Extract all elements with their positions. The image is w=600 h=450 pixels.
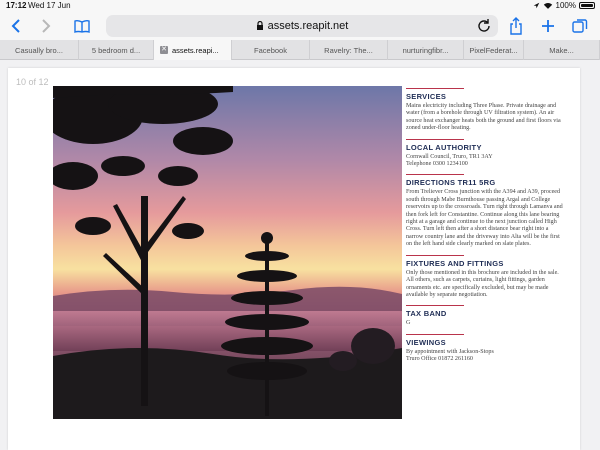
section-title: VIEWINGS (406, 337, 446, 347)
sunset-photo (53, 86, 402, 419)
status-time: 17:12 (6, 1, 27, 10)
section-viewings: VIEWINGS By appointment with Jackson-Sto… (406, 333, 566, 364)
location-icon (533, 2, 539, 9)
tab-label: 5 bedroom d... (91, 45, 141, 55)
section-fixtures: FIXTURES AND FITTINGS Only those mention… (406, 254, 566, 300)
section-title: FIXTURES AND FITTINGS (406, 258, 504, 268)
section-body: By appointment with Jackson-Stops Truro … (406, 348, 494, 363)
tab-assets-reapit[interactable]: ✕ assets.reapi... (154, 40, 232, 60)
bookmarks-button[interactable] (72, 16, 92, 36)
address-bar[interactable]: assets.reapit.net (106, 15, 498, 37)
section-rule (406, 138, 464, 140)
tabs-overview-icon (572, 19, 588, 33)
page-indicator: 10 of 12 (16, 77, 49, 87)
tab-nurturingfibr[interactable]: nurturingfibr... (388, 40, 464, 60)
back-button[interactable] (6, 16, 26, 36)
tab-pixelfederat[interactable]: PixelFederat... (464, 40, 524, 60)
tab-label: nurturingfibr... (402, 45, 449, 55)
bookmarks-icon (74, 19, 90, 33)
tab-close-icon[interactable]: ✕ (160, 46, 168, 54)
tab-label: Make... (549, 45, 574, 55)
browser-toolbar: assets.reapit.net (0, 12, 600, 40)
reload-icon[interactable] (477, 18, 491, 32)
status-date: Wed 17 Jun (28, 1, 71, 10)
tab-5-bedroom[interactable]: 5 bedroom d... (79, 40, 154, 60)
tab-label: Ravelry: The... (324, 45, 373, 55)
tab-make[interactable]: Make... (524, 40, 600, 60)
section-rule (406, 88, 464, 89)
tab-label: Casually bro... (15, 45, 63, 55)
new-tab-button[interactable] (538, 16, 558, 36)
section-directions: DIRECTIONS TR11 5RG From Treliever Cross… (406, 174, 566, 248)
section-body: Cornwall Council, Truro, TR1 3AY Telepho… (406, 153, 493, 168)
new-tab-icon (542, 20, 554, 32)
section-body: From Treliever Cross junction with the A… (406, 189, 563, 248)
forward-button[interactable] (36, 16, 56, 36)
section-body: G (406, 320, 411, 327)
share-button[interactable] (506, 16, 526, 36)
section-title: LOCAL AUTHORITY (406, 142, 482, 152)
battery-icon (579, 2, 595, 9)
section-title: SERVICES (406, 92, 447, 101)
section-rule (406, 305, 464, 307)
back-icon (11, 19, 20, 33)
section-rule (406, 174, 464, 176)
section-title: TAX BAND (406, 309, 447, 319)
tab-ravelry[interactable]: Ravelry: The... (310, 40, 388, 60)
info-column: SERVICES Mains electricity including Thr… (406, 88, 566, 370)
section-rule (406, 333, 464, 335)
tab-bar: Casually bro... 5 bedroom d... ✕ assets.… (0, 40, 600, 60)
section-body: Only those mentioned in this brochure ar… (406, 269, 559, 298)
wifi-icon (543, 2, 552, 9)
section-tax-band: TAX BAND G (406, 305, 566, 327)
section-title: DIRECTIONS TR11 5RG (406, 178, 496, 188)
section-rule (406, 254, 464, 256)
tab-label: PixelFederat... (469, 45, 518, 55)
status-bar: 17:12 Wed 17 Jun 100% (0, 0, 600, 12)
tab-label: assets.reapi... (172, 45, 219, 55)
url-text: assets.reapit.net (267, 20, 349, 32)
forward-icon (42, 19, 51, 33)
lock-icon (256, 21, 263, 30)
status-right: 100% (533, 1, 595, 10)
tab-facebook[interactable]: Facebook (232, 40, 310, 60)
section-local-authority: LOCAL AUTHORITY Cornwall Council, Truro,… (406, 138, 566, 169)
section-body: Mains electricity including Three Phase.… (406, 103, 561, 132)
tabs-overview-button[interactable] (570, 16, 590, 36)
battery-percent: 100% (555, 1, 576, 10)
tab-casually[interactable]: Casually bro... (0, 40, 79, 60)
tab-label: Facebook (254, 45, 287, 55)
section-services: SERVICES Mains electricity including Thr… (406, 88, 566, 133)
share-icon (510, 17, 522, 35)
